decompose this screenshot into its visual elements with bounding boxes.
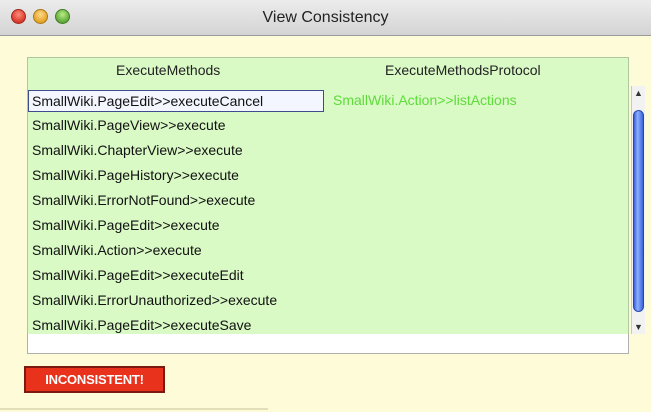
execute-methods-protocol-header: ExecuteMethodsProtocol bbox=[385, 62, 541, 78]
list-item-selected[interactable]: SmallWiki.PageEdit>>executeCancel bbox=[28, 90, 324, 112]
title-bar: View Consistency bbox=[0, 0, 651, 36]
bottom-divider bbox=[0, 408, 268, 410]
list-item[interactable]: SmallWiki.PageView>>execute bbox=[28, 113, 328, 138]
execute-methods-header: ExecuteMethods bbox=[116, 62, 221, 78]
methods-panel: ExecuteMethods ExecuteMethodsProtocol Sm… bbox=[27, 57, 645, 353]
list-item[interactable]: SmallWiki.Action>>execute bbox=[28, 238, 328, 263]
execute-methods-list[interactable]: SmallWiki.PageEdit>>executeCancel SmallW… bbox=[28, 88, 328, 338]
scroll-down-arrow-icon[interactable]: ▼ bbox=[632, 320, 645, 334]
list-item[interactable]: SmallWiki.ChapterView>>execute bbox=[28, 138, 328, 163]
consistency-status-badge: INCONSISTENT! bbox=[24, 366, 165, 393]
scroll-thumb[interactable] bbox=[633, 110, 644, 312]
vertical-scrollbar[interactable]: ▲ ▼ bbox=[631, 86, 645, 334]
list-item[interactable]: SmallWiki.PageEdit>>execute bbox=[28, 213, 328, 238]
execute-methods-protocol-list[interactable]: SmallWiki.Action>>listActions bbox=[332, 88, 517, 113]
protocol-list-item[interactable]: SmallWiki.Action>>listActions bbox=[332, 88, 517, 113]
list-item[interactable]: SmallWiki.ErrorNotFound>>execute bbox=[28, 188, 328, 213]
list-item[interactable]: SmallWiki.ErrorUnauthorized>>execute bbox=[28, 288, 328, 313]
list-item[interactable]: SmallWiki.PageEdit>>executeEdit bbox=[28, 263, 328, 288]
list-item[interactable]: SmallWiki.PageHistory>>execute bbox=[28, 163, 328, 188]
horizontal-scroll-area[interactable] bbox=[27, 334, 629, 354]
scroll-up-arrow-icon[interactable]: ▲ bbox=[632, 86, 645, 100]
window-title: View Consistency bbox=[262, 9, 389, 26]
